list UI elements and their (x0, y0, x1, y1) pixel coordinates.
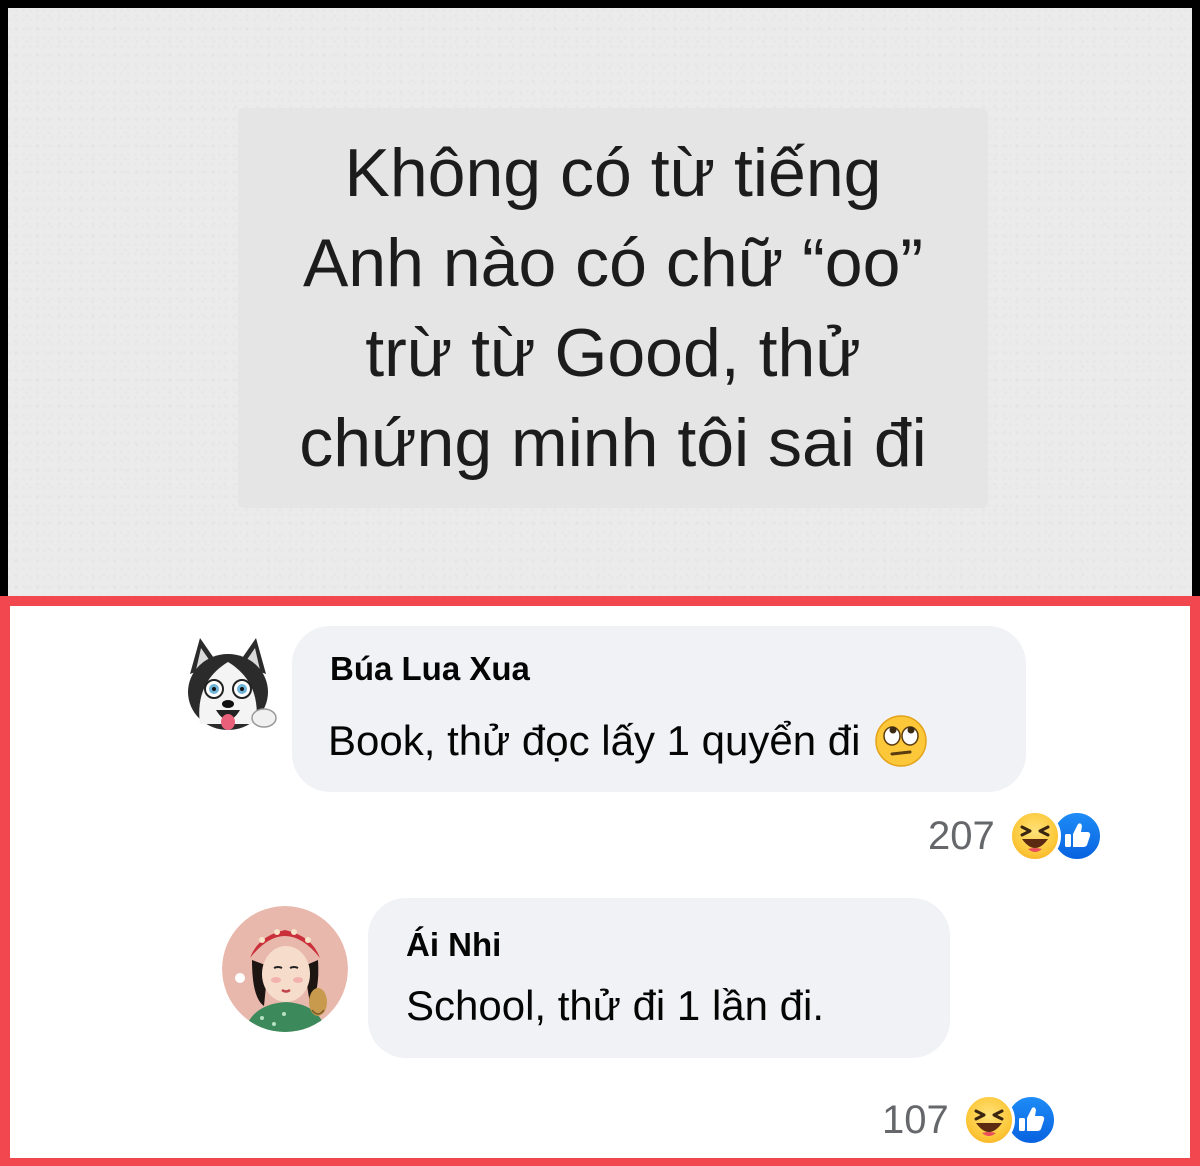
haha-reaction-icon (962, 1094, 1015, 1146)
comment-author[interactable]: Ái Nhi (406, 926, 501, 964)
haha-reaction-icon (1008, 810, 1061, 862)
reaction-summary[interactable]: 107 (882, 1092, 1057, 1148)
quote-line: Anh nào có chữ “oo” (302, 225, 924, 301)
reaction-count: 107 (882, 1097, 949, 1142)
comment-text-content: Book, thử đọc lấy 1 quyển đi (328, 717, 861, 764)
quote-card: Không có từ tiếng Anh nào có chữ “oo” tr… (238, 108, 988, 508)
reaction-summary[interactable]: 207 (928, 808, 1103, 864)
comment: Búa Lua Xua Book, thử đọc lấy 1 quyển đi (10, 606, 1190, 866)
comments-section: Búa Lua Xua Book, thử đọc lấy 1 quyển đi (0, 596, 1200, 1166)
comment-bubble[interactable]: Búa Lua Xua Book, thử đọc lấy 1 quyển đi (292, 626, 1026, 792)
quote-image: Không có từ tiếng Anh nào có chữ “oo” tr… (8, 8, 1192, 596)
husky-avatar[interactable] (178, 634, 278, 749)
reaction-count: 207 (928, 813, 995, 858)
comment-bubble[interactable]: Ái Nhi School, thử đi 1 lần đi. (368, 898, 950, 1058)
illustrated-woman-avatar[interactable] (222, 906, 348, 1032)
quote-line: Không có từ tiếng (344, 135, 882, 211)
rolling-eyes-emoji (874, 714, 928, 768)
comment: Ái Nhi School, thử đi 1 lần đi. 107 (10, 886, 1190, 1166)
quote-line: trừ từ Good, thử (365, 315, 861, 391)
comment-text: School, thử đi 1 lần đi. (406, 982, 825, 1029)
quote-line: chứng minh tôi sai đi (299, 405, 927, 481)
comment-author[interactable]: Búa Lua Xua (330, 650, 530, 688)
quote-text: Không có từ tiếng Anh nào có chữ “oo” tr… (253, 128, 973, 488)
comment-text: Book, thử đọc lấy 1 quyển đi (328, 714, 928, 768)
screenshot-frame: Không có từ tiếng Anh nào có chữ “oo” tr… (0, 0, 1200, 1166)
